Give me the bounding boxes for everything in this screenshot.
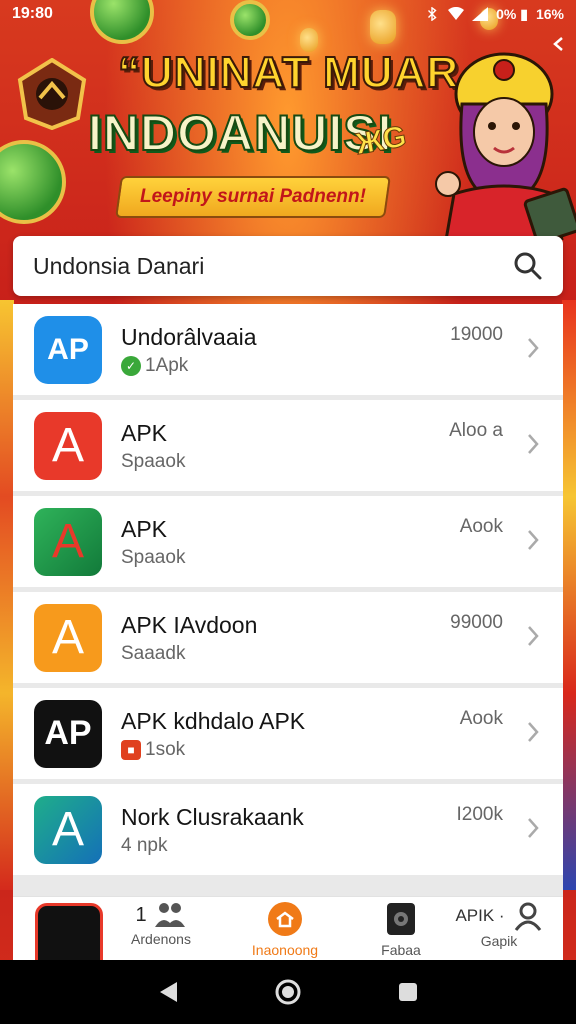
signal-icon [472, 7, 489, 21]
chevron-right-icon [528, 818, 539, 838]
nav-item-fabaa[interactable]: Fabaa [361, 901, 441, 958]
app-count: Aook [459, 708, 503, 729]
people-icon [154, 903, 185, 927]
bottom-nav: 1 Ardenons Inaonoong Fabaa APIK · Gapik [13, 896, 563, 965]
app-icon-text: A [51, 515, 84, 568]
wifi-icon [448, 7, 465, 20]
app-subtitle: Spaaok [121, 546, 186, 568]
search-input[interactable]: Undonsia Danari [33, 253, 513, 280]
status-battery-text: 0% ▮ [496, 5, 528, 22]
nav-item-inaonoong[interactable]: Inaonoong [245, 901, 325, 958]
app-count: Aook [459, 516, 503, 537]
mascot-illustration [435, 52, 576, 240]
hero-title-line2: INDOANUISI [87, 104, 393, 162]
hero-title-line1: “UNINAT MUAR [117, 47, 460, 98]
app-icon: AP [34, 699, 102, 768]
list-item[interactable]: AP Undorâlvaaia ✓ 1Apk 19000 [13, 304, 563, 395]
hero-banner: “UNINAT MUAR INDOANUISI ЖG Leepiny surna… [0, 28, 576, 240]
list-item[interactable]: A APK Spaaok Aook [13, 496, 563, 587]
recents-square-icon[interactable] [397, 981, 419, 1003]
app-icon-text: AP [44, 714, 92, 752]
nav-label: Ardenons [131, 931, 191, 947]
app-list: AP Undorâlvaaia ✓ 1Apk 19000 A APK Spaao… [13, 304, 563, 904]
nav-left-number: 1 [135, 903, 147, 926]
nav-item-ardenons[interactable]: 1 Ardenons [121, 901, 201, 947]
search-bar[interactable]: Undonsia Danari [13, 236, 563, 296]
app-badge-icon: ■ [121, 739, 141, 760]
app-icon-text: A [51, 803, 84, 856]
back-triangle-icon[interactable] [157, 980, 179, 1004]
app-icon: A [34, 507, 102, 576]
app-icon-text: AP [47, 332, 89, 366]
hero-ribbon-text: Leepiny surnai Padnenn! [140, 186, 366, 207]
nav-top-text: APIK · [455, 906, 505, 925]
nav-item-gapik[interactable]: APIK · Gapik [443, 901, 555, 949]
app-subtitle: Saaadk [121, 642, 186, 664]
profile-icon [514, 902, 541, 931]
app-subtitle: 1sok [145, 738, 186, 760]
app-subtitle: 1Apk [145, 354, 189, 376]
app-count: I200k [456, 804, 503, 825]
partial-app-icon [35, 903, 103, 965]
nav-label: Fabaa [381, 942, 421, 958]
status-battery-pct: 16% [535, 6, 564, 22]
list-item[interactable]: AP APK kdhdalo APK ■ 1sok Aook [13, 688, 563, 779]
back-icon[interactable] [552, 36, 566, 52]
app-count: 19000 [450, 324, 503, 345]
list-item[interactable]: A APK Spaaok Aloo a [13, 400, 563, 491]
status-bar: 19:80 0% ▮ 16% [0, 0, 576, 28]
app-icon: A [34, 603, 102, 672]
app-count: 99000 [450, 612, 503, 633]
chevron-right-icon [528, 530, 539, 550]
app-subtitle: 4 npk [121, 834, 168, 856]
system-nav-bar [0, 960, 576, 1024]
list-item[interactable]: A APK IAvdoon Saaadk 99000 [13, 592, 563, 683]
chevron-right-icon [528, 722, 539, 742]
app-subtitle: Spaaok [121, 450, 186, 472]
home-circle-icon[interactable] [274, 978, 302, 1006]
nav-label: Inaonoong [251, 942, 319, 958]
app-count: Aloo a [449, 420, 503, 441]
speaker-icon [387, 903, 415, 935]
app-icon: A [34, 411, 102, 480]
home-icon [268, 902, 302, 936]
app-icon: A [34, 795, 102, 864]
app-icon-text: A [51, 611, 84, 664]
search-icon[interactable] [513, 251, 543, 281]
app-icon-text: A [51, 419, 84, 472]
bluetooth-icon [428, 7, 437, 21]
app-icon: AP [34, 315, 102, 384]
verified-badge-icon: ✓ [121, 355, 141, 376]
chevron-right-icon [528, 338, 539, 358]
hero-sparkle: ЖG [353, 119, 409, 162]
emblem-icon [17, 58, 87, 130]
status-time: 19:80 [12, 5, 53, 22]
list-item[interactable]: A Nork Clusrakaank 4 npk I200k [13, 784, 563, 875]
nav-label: Gapik [480, 933, 518, 949]
chevron-right-icon [528, 626, 539, 646]
hero-ribbon: Leepiny surnai Padnenn! [115, 176, 391, 218]
chevron-right-icon [528, 434, 539, 454]
